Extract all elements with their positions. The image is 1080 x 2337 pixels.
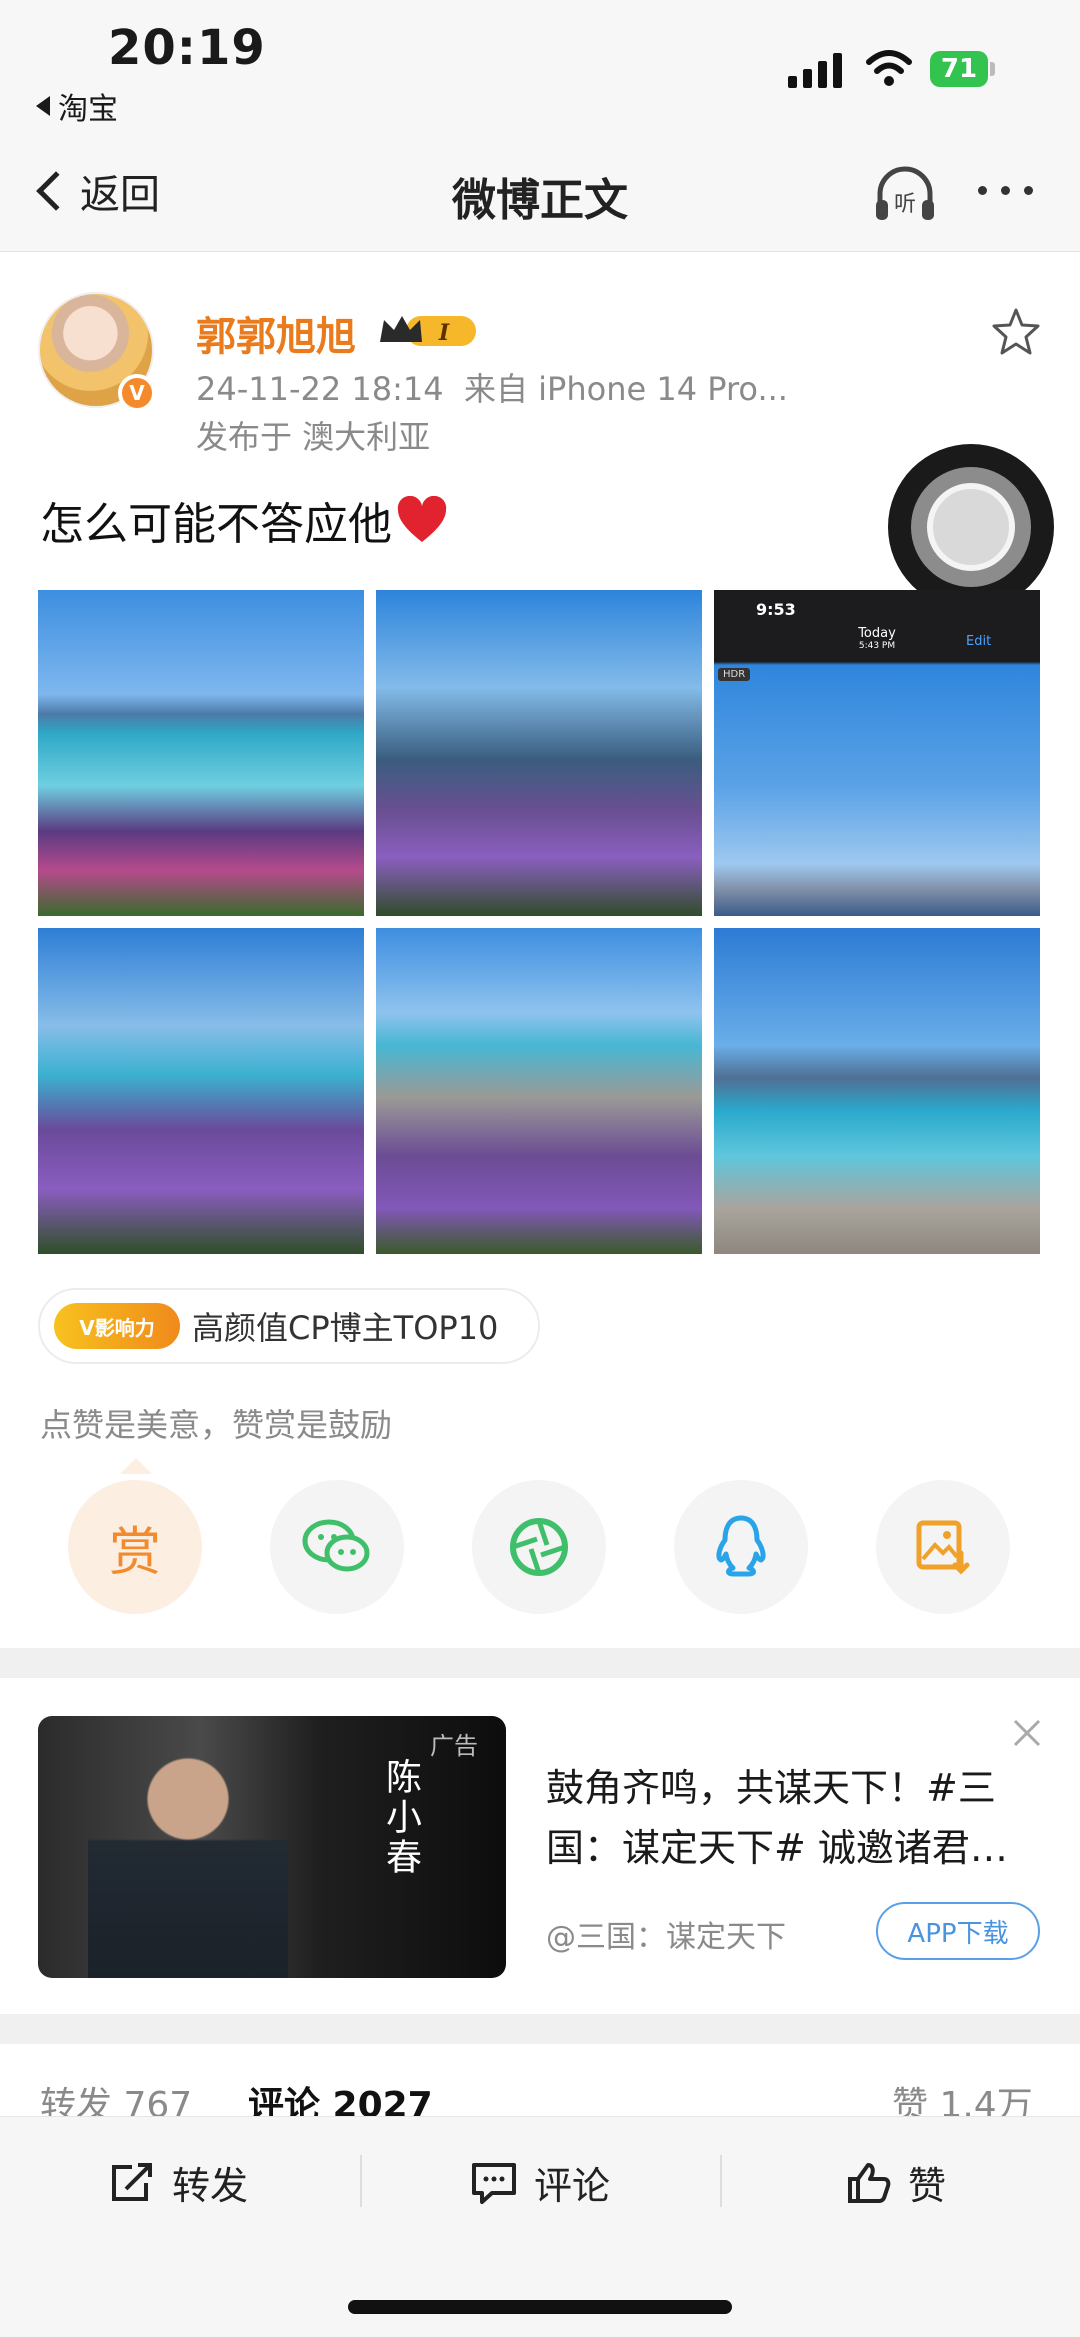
post-photo-1[interactable] xyxy=(38,590,364,916)
reward-pointer xyxy=(120,1458,152,1474)
assistive-touch-button[interactable] xyxy=(888,444,1054,610)
ad-person-name: 陈小春 xyxy=(380,1758,421,1878)
share-qq-button[interactable] xyxy=(674,1480,808,1614)
influence-logo: V影响力 xyxy=(54,1303,180,1349)
home-indicator[interactable] xyxy=(348,2300,732,2314)
reward-button[interactable]: 赏 xyxy=(68,1480,202,1614)
like-label: 赞 xyxy=(908,2164,947,2208)
nav-bar: 返回 微博正文 听 xyxy=(0,140,1080,252)
forward-icon xyxy=(112,2162,152,2201)
cellular-signal-icon xyxy=(788,52,842,88)
forward-label: 转发 xyxy=(172,2164,249,2208)
ad-label: 广告 xyxy=(430,1732,478,1760)
comment-button[interactable]: 评论 xyxy=(470,2155,610,2210)
post-source: 来自 iPhone 14 Pro... xyxy=(463,370,788,408)
ad-source[interactable]: @三国：谋定天下 xyxy=(546,1912,786,1956)
comment-icon xyxy=(472,2162,516,2204)
post-location: 发布于 澳大利亚 xyxy=(196,418,431,456)
ad-download-button[interactable]: APP下载 xyxy=(876,1902,1040,1960)
post-timestamp: 24-11-22 18:14 xyxy=(196,370,444,408)
section-divider xyxy=(0,1648,1080,1678)
post-photo-2[interactable] xyxy=(376,590,702,916)
section-divider-2 xyxy=(0,2014,1080,2044)
save-image-icon xyxy=(916,1520,970,1575)
bottom-bar-separator xyxy=(360,2155,362,2207)
photo-hdr-badge: HDR xyxy=(718,668,751,681)
wifi-icon xyxy=(866,50,912,86)
thumbs-up-icon xyxy=(848,2162,891,2203)
back-to-app-link[interactable]: 淘宝 xyxy=(36,84,118,128)
qq-penguin-icon xyxy=(716,1515,766,1577)
battery-cap xyxy=(990,62,995,76)
post-photo-3[interactable]: 9:53 Today 5:43 PM Edit HDR xyxy=(714,590,1040,916)
more-options-button[interactable] xyxy=(978,186,1033,195)
like-button[interactable]: 赞 xyxy=(846,2155,946,2210)
post-text: 怎么可能不答应他 xyxy=(40,488,448,552)
battery-indicator: 71 xyxy=(930,51,988,87)
reward-hint: 点赞是美意，赞赏是鼓励 xyxy=(40,1406,393,1444)
ad-close-icon[interactable] xyxy=(1010,1716,1044,1750)
username[interactable]: 郭郭旭旭 xyxy=(196,304,356,362)
share-moments-button[interactable] xyxy=(472,1480,606,1614)
status-time: 20:19 xyxy=(108,20,266,76)
post-body: 怎么可能不答应他 xyxy=(40,499,392,550)
post-photo-4[interactable] xyxy=(38,928,364,1254)
listen-headphones-icon[interactable]: 听 xyxy=(870,160,940,230)
ad-title[interactable]: 鼓角齐鸣，共谋天下！#三国：谋定天下# 诚邀诸君… xyxy=(546,1758,1046,1878)
vip-crown-badge-icon[interactable]: I xyxy=(376,310,480,352)
back-app-label: 淘宝 xyxy=(58,92,118,127)
photo-edit: Edit xyxy=(966,634,992,649)
post-photo-5[interactable] xyxy=(376,928,702,1254)
back-triangle-icon xyxy=(36,96,50,116)
moments-aperture-icon xyxy=(510,1518,568,1576)
bottom-bar-separator xyxy=(720,2155,722,2207)
share-wechat-button[interactable] xyxy=(270,1480,404,1614)
forward-button[interactable]: 转发 xyxy=(108,2155,248,2210)
listen-label: 听 xyxy=(894,192,916,217)
status-bar: 20:19 淘宝 71 xyxy=(0,0,1080,140)
ad-image[interactable]: 广告 陈小春 xyxy=(38,1716,506,1978)
comment-label: 评论 xyxy=(534,2164,611,2208)
favorite-star-icon[interactable] xyxy=(990,306,1042,358)
share-row: 赏 xyxy=(0,1480,1080,1614)
post-photo-6[interactable] xyxy=(714,928,1040,1254)
post-meta: 24-11-22 18:14 来自 iPhone 14 Pro... xyxy=(196,364,788,410)
influence-ranking-tag[interactable]: V影响力 高颜值CP博主TOP10 xyxy=(38,1288,540,1364)
influence-text: 高颜值CP博主TOP10 xyxy=(192,1309,499,1347)
photo-time: 9:53 xyxy=(756,600,796,619)
wechat-icon xyxy=(302,1519,370,1572)
ad-person-figure xyxy=(88,1744,288,1978)
member-level: I xyxy=(438,320,450,346)
verified-badge: V xyxy=(118,374,156,412)
photo-screenshot-header: 9:53 Today 5:43 PM Edit xyxy=(714,590,1040,662)
red-heart-emoji-icon xyxy=(397,496,447,542)
save-image-button[interactable] xyxy=(876,1480,1010,1614)
